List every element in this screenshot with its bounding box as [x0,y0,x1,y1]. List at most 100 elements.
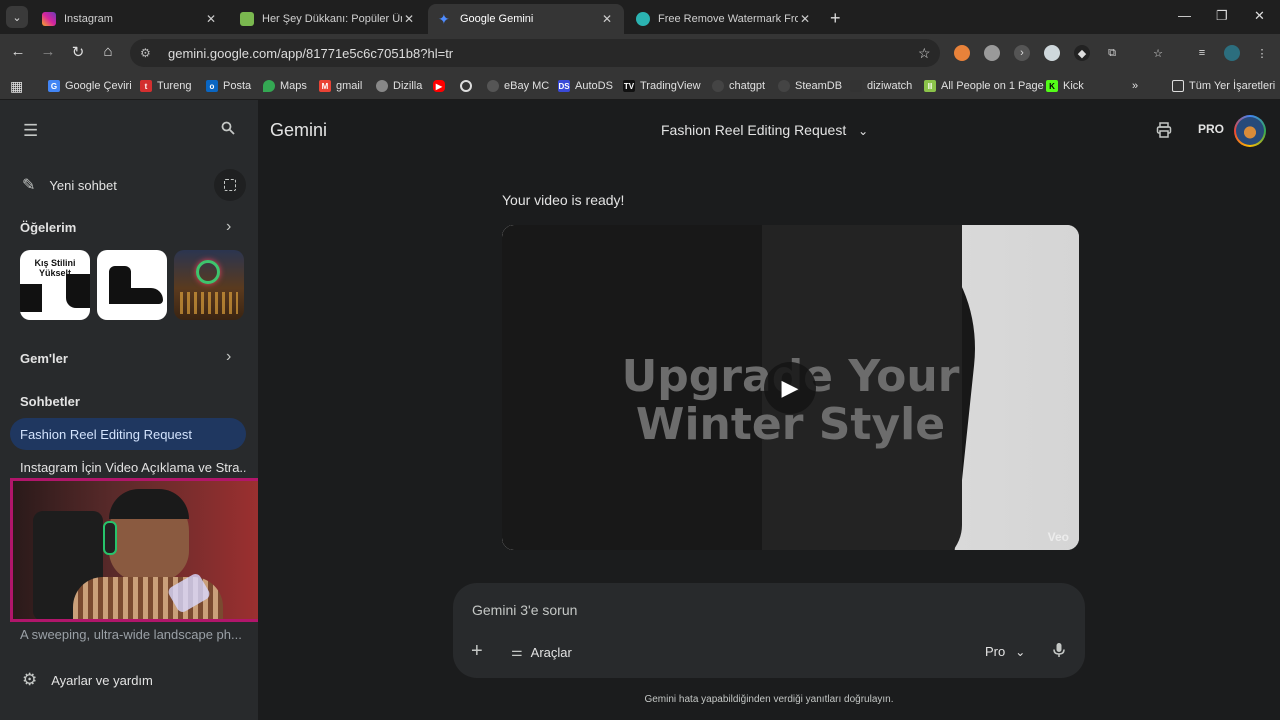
close-icon[interactable]: ✕ [600,12,614,26]
search-icon[interactable] [221,121,235,140]
chats-header: Sohbetler [20,394,80,409]
new-tab-button[interactable]: + [830,8,841,29]
item-thumbnail-2[interactable] [97,250,167,320]
menu-icon[interactable]: ⋮ [1254,45,1270,61]
bookmark-label: AutoDS [575,80,613,92]
tune-icon: ⚌ [511,644,523,659]
apps-icon[interactable]: ▦ [10,77,23,95]
bookmark-google-ceviri[interactable]: G Google Çeviri [48,77,132,95]
browser-toolbar: ← → ↻ ⌂ ⚙ gemini.google.com/app/81771e5c… [0,34,1280,72]
close-icon[interactable]: ✕ [798,12,812,26]
bookmark-label: Kick [1063,80,1084,92]
chevron-right-icon[interactable]: › [226,348,231,366]
bookmarks-bar: ▦ G Google Çeviri t Tureng o Posta Maps Mgm… [0,72,1280,100]
new-chat-button[interactable]: ✎ Yeni sohbet [22,175,117,195]
chevron-right-icon[interactable]: › [226,218,231,236]
address-bar[interactable]: ⚙ gemini.google.com/app/81771e5c6c7051b8… [130,39,940,67]
tab-instagram[interactable]: Instagram ✕ [32,4,228,34]
tab-search-button[interactable]: ⌄ [6,6,28,28]
bookmark-label: gmail [336,80,363,92]
microphone-icon[interactable] [1053,642,1065,663]
prompt-input[interactable]: Gemini 3'e sorun [472,602,577,618]
bookmark-tradingview[interactable]: TV TradingView [623,77,701,95]
gemini-main: Gemini Fashion Reel Editing Request ⌄ PR… [258,100,1280,720]
gemini-logo-text[interactable]: Gemini [270,120,327,141]
close-icon[interactable]: ✕ [204,12,218,26]
tools-button[interactable]: ⚌ Araçlar [511,644,572,660]
watermark-icon [636,12,650,26]
window-close-icon[interactable]: ✕ [1254,8,1265,24]
bookmark-posta[interactable]: o Posta [206,77,251,95]
bookmark-label: SteamDB [795,80,843,92]
profile-icon[interactable] [1224,45,1240,61]
bookmark-tureng[interactable]: t Tureng [140,77,191,95]
bookmark-label: diziwatch [867,80,913,92]
bookmark-steamdb[interactable]: SteamDB [778,77,842,95]
bookmark-dizilla[interactable]: Dizilla [376,77,422,95]
bookmark-chatgpt[interactable]: chatgpt [712,77,765,95]
chat-item-active[interactable]: Fashion Reel Editing Request [10,418,246,450]
shop-icon [240,12,254,26]
bookmark-label: Maps [280,80,307,92]
conversation-title-dropdown[interactable]: Fashion Reel Editing Request ⌄ [661,122,868,138]
all-bookmarks[interactable]: Tüm Yer İşaretleri [1172,77,1275,95]
reload-icon[interactable]: ↻ [68,43,88,61]
play-button[interactable]: ▶ [764,362,816,414]
ebay-icon [487,80,499,92]
star-list-icon[interactable]: ☆ [1150,45,1166,61]
bookmark-circle[interactable] [460,77,477,95]
gems-header[interactable]: Gem'ler [20,351,68,366]
my-items-header[interactable]: Öğelerim [20,220,76,235]
bookmark-gmail[interactable]: Mgmail [319,77,362,95]
tab-shop[interactable]: Her Şey Dükkanı: Popüler Ürünl ✕ [230,4,426,34]
shield-icon[interactable] [1044,45,1060,61]
bookmark-maps[interactable]: Maps [263,77,307,95]
extension-icon[interactable]: ◆ [1074,45,1090,61]
extension-icon[interactable] [984,45,1000,61]
more-bookmarks-icon[interactable]: » [1132,77,1138,95]
back-icon[interactable]: ← [8,43,28,60]
tab-title: Free Remove Watermark From V [658,13,798,25]
print-icon[interactable] [1156,122,1172,143]
model-selector[interactable]: Pro ⌄ [985,644,1025,659]
close-icon[interactable]: ✕ [402,12,416,26]
chat-item[interactable]: A sweeping, ultra-wide landscape ph... [10,618,246,650]
tab-watermark[interactable]: Free Remove Watermark From V ✕ [626,4,822,34]
puzzle-icon[interactable]: ⧉ [1104,45,1120,61]
extension-icon[interactable]: › [1014,45,1030,61]
bookmark-kick[interactable]: K Kick [1046,77,1084,95]
people-icon: II [924,80,936,92]
settings-button[interactable]: ⚙ Ayarlar ve yardım [22,670,153,690]
bookmark-label: Tureng [157,80,192,92]
temporary-chat-button[interactable] [214,169,246,201]
bookmark-ebay-mc[interactable]: eBay MC [487,77,549,95]
tab-gemini[interactable]: ✦ Google Gemini ✕ [428,4,624,34]
site-info-icon[interactable]: ⚙ [140,46,156,60]
video-player[interactable]: Upgrade Your Winter Style ▶ Veo [502,225,1079,550]
boot-shape [20,284,42,312]
bookmark-autods[interactable]: DS AutoDS [558,77,613,95]
bookmark-star-icon[interactable]: ☆ [918,45,940,62]
neon-logo-icon [196,260,220,284]
kick-icon: K [1046,80,1058,92]
bookmark-diziwatch[interactable]: diziwatch [850,77,912,95]
item-thumbnail-1[interactable]: Kış Stilini Yükselt [20,250,90,320]
home-icon[interactable]: ⌂ [98,43,118,60]
chat-title: Instagram İçin Video Açıklama ve Stra... [20,459,246,475]
media-icon[interactable]: ≡ [1194,45,1210,61]
minimize-icon[interactable]: — [1178,8,1191,23]
bookmark-all-people[interactable]: II All People on 1 Page [924,77,1044,95]
account-avatar[interactable] [1234,115,1266,147]
gmail-icon: M [319,80,331,92]
add-icon[interactable]: + [471,640,483,663]
folder-icon [1172,80,1184,92]
item-thumbnail-3[interactable] [174,250,244,320]
new-chat-label: Yeni sohbet [49,177,117,193]
maximize-icon[interactable]: ❐ [1216,8,1228,24]
extension-icon[interactable] [954,45,970,61]
bookmark-youtube[interactable]: ▶ [433,77,450,95]
avatar-image [1236,117,1264,145]
forward-icon[interactable]: → [38,43,58,60]
pro-badge: PRO [1198,122,1225,136]
hamburger-menu-icon[interactable]: ☰ [23,121,38,141]
